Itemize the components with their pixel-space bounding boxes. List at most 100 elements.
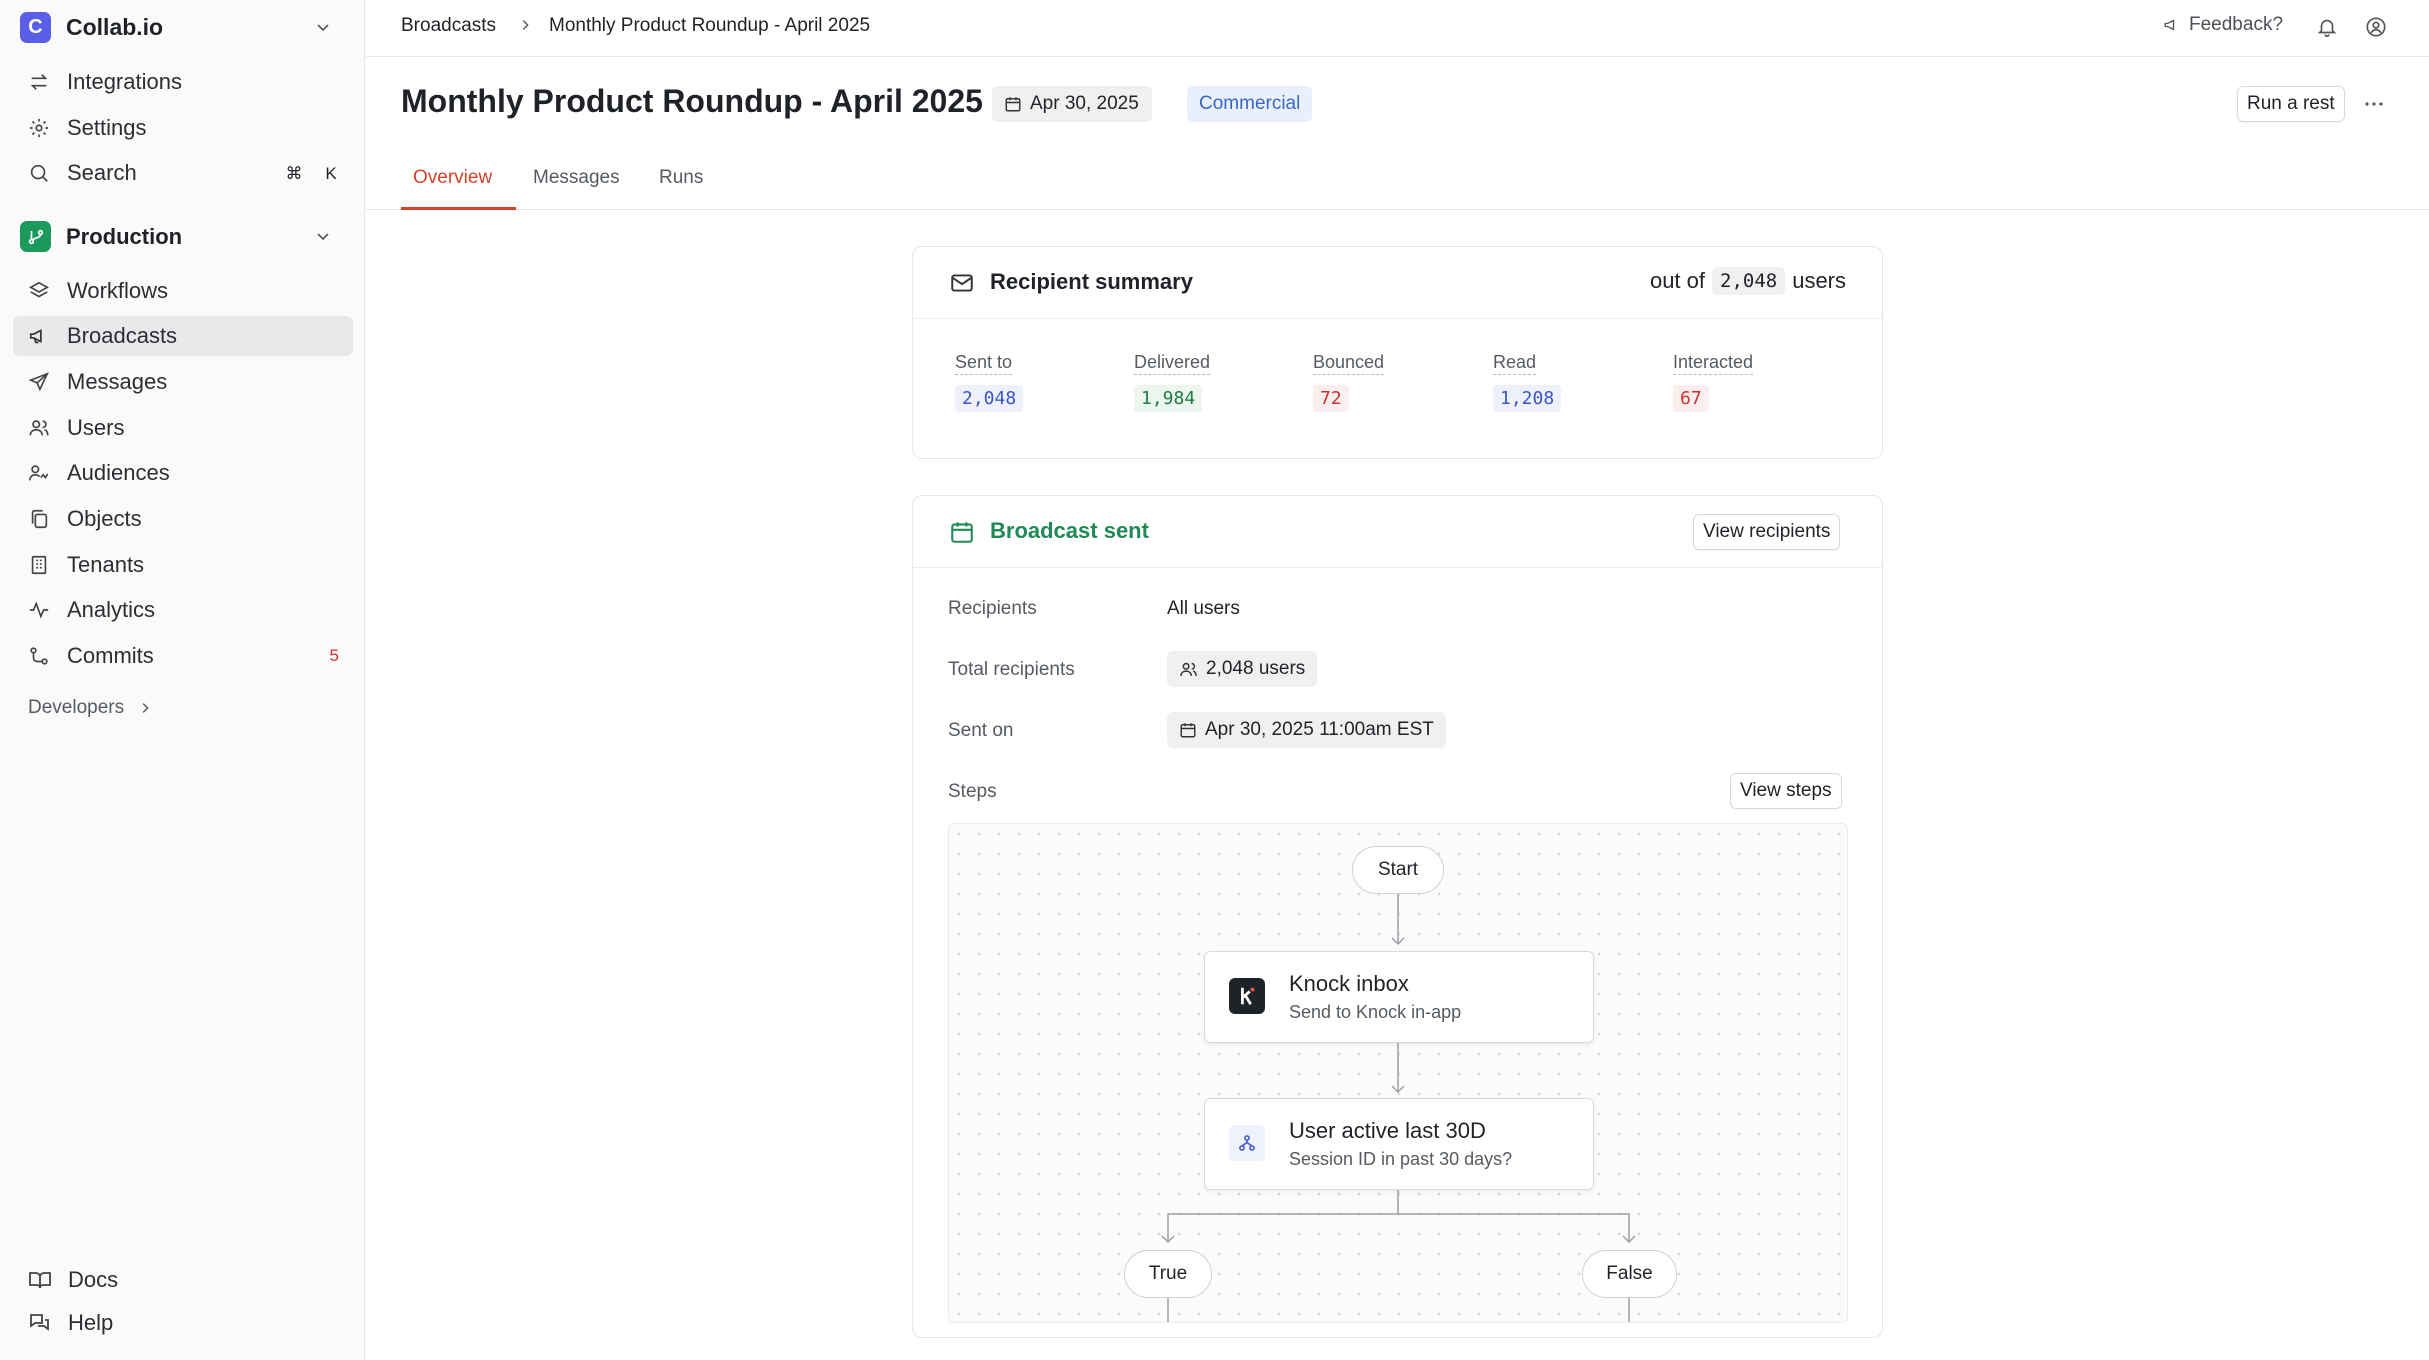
sidebar-item-label: Settings	[67, 115, 147, 141]
chevron-down-icon	[315, 228, 331, 244]
flow-step-branch[interactable]: User active last 30D Session ID in past …	[1204, 1098, 1594, 1190]
branch-icon	[1229, 1125, 1265, 1161]
flow-connectors	[949, 824, 1848, 1323]
calendar-check-icon	[949, 519, 975, 545]
audience-icon	[27, 461, 51, 485]
stat-delivered[interactable]: Delivered 1,984	[1134, 352, 1210, 412]
sidebar-item-label: Users	[67, 415, 124, 441]
sidebar-item-label: Broadcasts	[67, 323, 177, 349]
calendar-icon	[1179, 721, 1197, 739]
feedback-button[interactable]: Feedback?	[2163, 14, 2283, 36]
breadcrumb-broadcasts[interactable]: Broadcasts	[401, 15, 496, 37]
feedback-label: Feedback?	[2189, 14, 2283, 36]
layers-icon	[27, 279, 51, 303]
run-button[interactable]: Run a rest	[2237, 86, 2345, 122]
card-title: Recipient summary	[990, 269, 1193, 295]
stat-value: 72	[1313, 385, 1349, 412]
sidebar-item-label: Objects	[67, 506, 142, 532]
tab-messages[interactable]: Messages	[533, 167, 620, 189]
view-steps-button[interactable]: View steps	[1730, 773, 1842, 809]
megaphone-icon	[2163, 16, 2181, 34]
date-value: Apr 30, 2025	[1030, 93, 1139, 115]
sent-on-chip: Apr 30, 2025 11:00am EST	[1167, 712, 1446, 748]
top-bar: Broadcasts Monthly Product Roundup - Apr…	[366, 0, 2429, 57]
total-recipients-chip: 2,048 users	[1167, 651, 1317, 687]
total-users-summary: out of 2,048 users	[1650, 267, 1846, 295]
view-recipients-button[interactable]: View recipients	[1693, 514, 1840, 550]
tab-overview[interactable]: Overview	[413, 167, 492, 189]
sidebar-item-commits[interactable]: Commits 5	[13, 636, 353, 676]
environment-name: Production	[66, 224, 182, 250]
tab-runs[interactable]: Runs	[659, 167, 703, 189]
sidebar-item-objects[interactable]: Objects	[13, 499, 353, 539]
git-commit-icon	[27, 644, 51, 668]
sidebar-item-help[interactable]: Help	[28, 1308, 113, 1338]
stat-value: 1,984	[1134, 385, 1202, 412]
sidebar-item-messages[interactable]: Messages	[13, 362, 353, 402]
developers-link[interactable]: Developers	[28, 697, 152, 719]
flow-start-node[interactable]: Start	[1352, 846, 1444, 894]
stat-label: Interacted	[1673, 352, 1753, 375]
step-subtitle: Session ID in past 30 days?	[1289, 1149, 1512, 1170]
stat-sent-to[interactable]: Sent to 2,048	[955, 352, 1023, 412]
bell-icon[interactable]	[2316, 16, 2338, 38]
sidebar: C Collab.io Integrations Settings Search…	[0, 0, 365, 1360]
environment-switcher[interactable]: Production	[20, 220, 345, 253]
stat-interacted[interactable]: Interacted 67	[1673, 352, 1753, 412]
card-header: Recipient summary out of 2,048 users	[913, 247, 1882, 319]
breadcrumb-current: Monthly Product Roundup - April 2025	[549, 15, 870, 37]
gear-icon	[27, 116, 51, 140]
sidebar-item-analytics[interactable]: Analytics	[13, 590, 353, 630]
stat-value: 1,208	[1493, 385, 1561, 412]
date-chip: Apr 30, 2025	[992, 86, 1152, 122]
stat-bounced[interactable]: Bounced 72	[1313, 352, 1384, 412]
sidebar-item-label: Integrations	[67, 69, 182, 95]
page-title: Monthly Product Roundup - April 2025	[401, 83, 983, 120]
sidebar-item-tenants[interactable]: Tenants	[13, 545, 353, 585]
stat-read[interactable]: Read 1,208	[1493, 352, 1561, 412]
users-icon	[1179, 660, 1198, 679]
sidebar-item-workflows[interactable]: Workflows	[13, 271, 353, 311]
stat-label: Delivered	[1134, 352, 1210, 375]
sidebar-item-label: Tenants	[67, 552, 144, 578]
chevron-down-icon	[315, 19, 331, 35]
sidebar-item-label: Commits	[67, 643, 154, 669]
search-icon	[27, 161, 51, 185]
commits-count-badge: 5	[330, 646, 339, 666]
out-of-prefix: out of	[1650, 268, 1705, 294]
copy-icon	[27, 507, 51, 531]
building-icon	[27, 553, 51, 577]
flow-step-knock-inbox[interactable]: Knock inbox Send to Knock in-app	[1204, 951, 1594, 1043]
sidebar-item-integrations[interactable]: Integrations	[13, 62, 353, 102]
tab-bar: Overview Messages Runs	[366, 150, 2429, 210]
flow-branch-true[interactable]: True	[1124, 1250, 1212, 1298]
flow-branch-false[interactable]: False	[1582, 1250, 1677, 1298]
sidebar-item-docs[interactable]: Docs	[28, 1265, 118, 1295]
broadcast-sent-card: Broadcast sent View recipients Recipient…	[912, 495, 1883, 1338]
recipients-value: All users	[1167, 598, 1240, 620]
sidebar-item-settings[interactable]: Settings	[13, 108, 353, 148]
workspace-switcher[interactable]: C Collab.io	[20, 11, 345, 44]
stat-label: Sent to	[955, 352, 1012, 375]
step-title: Knock inbox	[1289, 971, 1409, 997]
sidebar-item-users[interactable]: Users	[13, 408, 353, 448]
steps-label: Steps	[948, 781, 997, 803]
sidebar-item-audiences[interactable]: Audiences	[13, 453, 353, 493]
sidebar-item-broadcasts[interactable]: Broadcasts	[13, 316, 353, 356]
user-circle-icon[interactable]	[2365, 16, 2387, 38]
stat-label: Read	[1493, 352, 1536, 375]
sent-on-value: Apr 30, 2025 11:00am EST	[1205, 719, 1434, 741]
git-branch-icon	[20, 221, 51, 252]
step-title: User active last 30D	[1289, 1118, 1486, 1144]
category-tag: Commercial	[1187, 86, 1312, 122]
card-title: Broadcast sent	[990, 518, 1149, 544]
calendar-icon	[1004, 95, 1022, 113]
shortcut-k: K	[318, 161, 344, 187]
workflow-canvas[interactable]: Start Knock inbox Send to Knock in-app U…	[948, 823, 1848, 1323]
developers-label: Developers	[28, 697, 124, 719]
shortcut-cmd: ⌘	[281, 161, 307, 187]
sidebar-item-search[interactable]: Search ⌘ K	[13, 153, 353, 193]
more-horizontal-icon[interactable]	[2362, 92, 2386, 116]
sidebar-item-label: Help	[68, 1310, 113, 1336]
activity-icon	[27, 598, 51, 622]
